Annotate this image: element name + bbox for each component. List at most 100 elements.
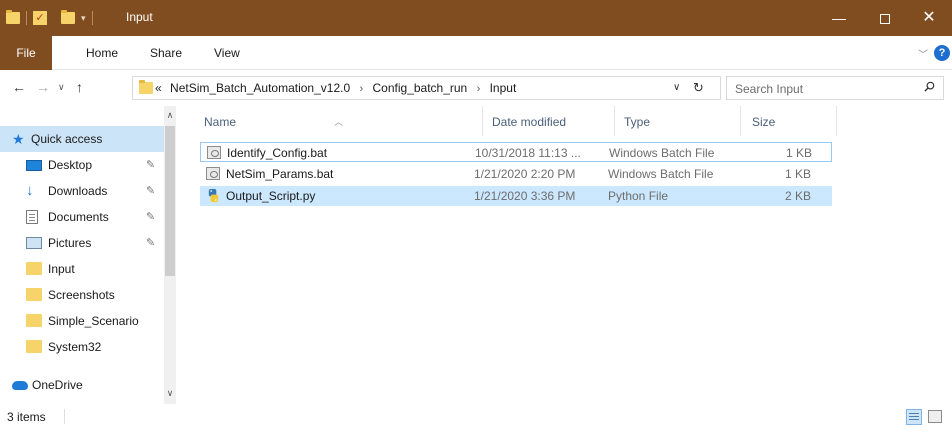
tab-home[interactable]: Home — [86, 43, 118, 63]
file-row[interactable]: Output_Script.py 1/21/2020 3:36 PM Pytho… — [200, 186, 832, 206]
minimize-button[interactable]: — — [816, 0, 862, 36]
breadcrumb-separator[interactable]: › — [477, 83, 481, 95]
navigation-bar: ← → ∨ ↑ « NetSim_Batch_Automation_v12.0 … — [0, 70, 952, 106]
nav-item-pictures[interactable]: Pictures ✎ — [0, 230, 164, 256]
window-title: Input — [126, 10, 153, 24]
address-bar[interactable]: « NetSim_Batch_Automation_v12.0 › Config… — [132, 76, 721, 100]
toolbar-divider — [91, 11, 93, 25]
nav-item-label: Screenshots — [48, 288, 115, 302]
properties-icon[interactable]: ✓ — [33, 11, 47, 25]
nav-item-quick-access[interactable]: ★ Quick access — [0, 126, 164, 152]
details-view-icon[interactable] — [906, 409, 922, 425]
breadcrumb: « NetSim_Batch_Automation_v12.0 › Config… — [155, 81, 516, 95]
column-headers: ︿ Name Date modified Type Size — [184, 106, 952, 136]
file-type: Windows Batch File — [609, 146, 715, 160]
nav-item-label: System32 — [48, 340, 102, 354]
tab-view[interactable]: View — [214, 43, 240, 63]
sort-ascending-icon: ︿ — [334, 117, 344, 127]
column-header-name[interactable]: Name — [204, 115, 236, 129]
batch-file-icon — [207, 146, 221, 159]
file-row[interactable]: Identify_Config.bat 10/31/2018 11:13 ...… — [200, 142, 832, 162]
column-header-size[interactable]: Size — [752, 115, 775, 129]
pin-icon[interactable]: ✎ — [146, 158, 155, 171]
breadcrumb-overflow[interactable]: « — [155, 81, 162, 95]
file-date: 1/21/2020 2:20 PM — [474, 167, 576, 181]
nav-item-label: Input — [48, 262, 75, 276]
tab-share[interactable]: Share — [150, 43, 182, 63]
scroll-up-icon[interactable]: ∧ — [164, 110, 176, 121]
onedrive-icon — [12, 381, 28, 390]
pin-icon[interactable]: ✎ — [146, 210, 155, 223]
column-divider[interactable] — [614, 106, 615, 136]
tab-file[interactable]: File — [0, 36, 52, 70]
column-header-type[interactable]: Type — [624, 115, 650, 129]
title-bar: ✓ ▾ Input — ✕ — [0, 0, 952, 36]
nav-item-input[interactable]: Input — [0, 256, 164, 282]
ribbon: File Home Share View ﹀ ? — [0, 36, 952, 70]
nav-item-label: Pictures — [48, 236, 92, 250]
file-type: Python File — [608, 189, 669, 203]
up-button[interactable]: ↑ — [76, 79, 83, 95]
search-input[interactable]: Search Input — [726, 76, 944, 100]
file-name: NetSim_Params.bat — [226, 167, 334, 181]
forward-button[interactable]: → — [36, 79, 50, 95]
breadcrumb-item[interactable]: Input — [490, 81, 517, 95]
breadcrumb-item[interactable]: Config_batch_run — [373, 81, 468, 95]
help-icon[interactable]: ? — [934, 45, 950, 61]
scrollbar-thumb[interactable] — [165, 126, 175, 276]
nav-item-documents[interactable]: Documents ✎ — [0, 204, 164, 230]
nav-item-onedrive[interactable]: OneDrive — [0, 372, 164, 398]
nav-item-label: Desktop — [48, 158, 93, 172]
scroll-down-icon[interactable]: ∨ — [164, 388, 176, 399]
column-divider[interactable] — [482, 106, 483, 136]
pane-divider[interactable] — [176, 106, 184, 404]
back-button[interactable]: ← — [12, 79, 26, 95]
pin-icon[interactable]: ✎ — [146, 184, 155, 197]
batch-file-icon — [206, 167, 220, 180]
pin-icon[interactable]: ✎ — [146, 236, 155, 249]
large-icons-view-icon[interactable] — [928, 410, 942, 423]
expand-ribbon-icon[interactable]: ﹀ — [918, 46, 928, 61]
nav-scrollbar[interactable]: ∧ ∨ — [164, 106, 176, 404]
search-icon — [924, 81, 935, 92]
folder-icon — [6, 10, 20, 24]
pictures-icon — [26, 237, 42, 249]
recent-locations-button[interactable]: ∨ — [58, 82, 65, 93]
folder-icon — [26, 262, 42, 275]
folder-icon — [139, 80, 153, 94]
column-divider[interactable] — [836, 106, 837, 136]
column-header-date-modified[interactable]: Date modified — [492, 115, 566, 129]
star-icon: ★ — [12, 131, 25, 147]
breadcrumb-item[interactable]: NetSim_Batch_Automation_v12.0 — [170, 81, 350, 95]
address-dropdown-icon[interactable]: ∨ — [673, 82, 680, 93]
close-button[interactable]: ✕ — [906, 0, 952, 36]
column-divider[interactable] — [740, 106, 741, 136]
download-icon: ↓ — [26, 182, 34, 199]
breadcrumb-separator[interactable]: › — [359, 83, 363, 95]
nav-item-label: OneDrive — [32, 378, 83, 392]
new-folder-icon[interactable] — [61, 10, 75, 24]
status-divider — [64, 409, 65, 424]
nav-item-simple-scenario[interactable]: Simple_Scenario — [0, 308, 164, 334]
quick-access-toolbar: ✓ ▾ — [6, 9, 99, 27]
customize-quick-access-icon[interactable]: ▾ — [81, 13, 86, 24]
documents-icon — [26, 210, 38, 224]
refresh-icon[interactable]: ↻ — [693, 80, 704, 96]
folder-icon — [26, 288, 42, 301]
nav-item-downloads[interactable]: ↓ Downloads ✎ — [0, 178, 164, 204]
item-count: 3 items — [7, 410, 46, 424]
nav-item-label: Documents — [48, 210, 109, 224]
nav-item-desktop[interactable]: Desktop ✎ — [0, 152, 164, 178]
navigation-pane: ★ Quick access Desktop ✎ ↓ Downloads ✎ D… — [0, 106, 176, 404]
file-list: ︿ Name Date modified Type Size Identify_… — [184, 106, 952, 404]
file-size: 2 KB — [784, 189, 811, 203]
file-name: Identify_Config.bat — [227, 146, 328, 160]
nav-item-screenshots[interactable]: Screenshots — [0, 282, 164, 308]
maximize-button[interactable] — [862, 0, 908, 36]
desktop-icon — [26, 160, 42, 171]
status-bar: 3 items — [0, 404, 952, 428]
nav-item-system32[interactable]: System32 — [0, 334, 164, 360]
file-row[interactable]: NetSim_Params.bat 1/21/2020 2:20 PM Wind… — [200, 164, 832, 184]
file-date: 1/21/2020 3:36 PM — [474, 189, 576, 203]
nav-item-label: Downloads — [48, 184, 108, 198]
